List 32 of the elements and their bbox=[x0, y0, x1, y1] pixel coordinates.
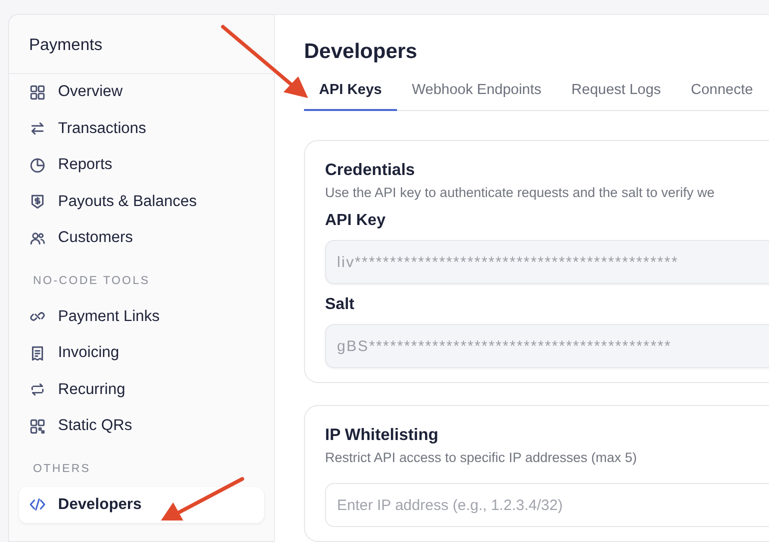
field-label: Salt bbox=[325, 296, 356, 314]
section-heading: OTHERS bbox=[32, 462, 92, 476]
card-title: Credentials bbox=[325, 161, 416, 180]
nav-item[interactable]: Customers bbox=[19, 220, 264, 256]
page-title: Developers bbox=[304, 40, 418, 64]
nav-item[interactable]: Static QRs bbox=[19, 408, 264, 444]
arrows-icon bbox=[29, 120, 46, 138]
code-icon bbox=[29, 496, 46, 514]
pie-chart-icon bbox=[29, 156, 46, 174]
nav-item[interactable]: Payment Links bbox=[19, 298, 264, 335]
card-title: IP Whitelisting bbox=[325, 426, 440, 445]
nav-item[interactable]: Transactions bbox=[19, 110, 264, 147]
card-description: Use the API key to authenticate requests and the salt to verify we bbox=[325, 185, 716, 200]
card-description: Restrict API access to specific IP addresses (max 5) bbox=[325, 450, 638, 465]
qr-code-icon bbox=[29, 418, 46, 435]
tab[interactable]: Connecte bbox=[676, 82, 768, 111]
nav-item[interactable]: Overview bbox=[19, 74, 264, 110]
nav-item[interactable]: Payouts & Balances bbox=[19, 184, 264, 220]
nav-item[interactable]: Recurring bbox=[19, 372, 264, 408]
ip-address-field[interactable]: Enter IP address (e.g., 1.2.3.4/32) bbox=[325, 483, 769, 527]
people-icon bbox=[29, 230, 46, 247]
grid-icon bbox=[29, 84, 46, 101]
nav-item[interactable]: Invoicing bbox=[19, 335, 264, 372]
nav-item[interactable]: Reports bbox=[19, 147, 264, 184]
tab[interactable]: Webhook Endpoints bbox=[396, 82, 556, 111]
tab[interactable]: Request Logs bbox=[556, 82, 676, 111]
section-heading: NO-CODE TOOLS bbox=[32, 274, 151, 288]
receipt-icon bbox=[29, 344, 46, 362]
nav-item[interactable]: Developers bbox=[19, 486, 264, 523]
field-label: API Key bbox=[325, 212, 386, 230]
dollar-shield-icon bbox=[29, 193, 46, 210]
repeat-icon bbox=[29, 381, 46, 398]
